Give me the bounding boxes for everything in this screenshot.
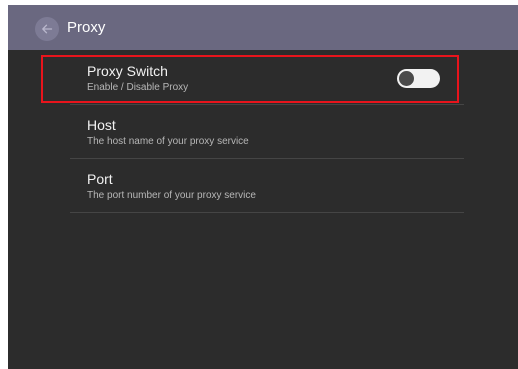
settings-list: Proxy Switch Enable / Disable Proxy Host… [70,55,464,213]
setting-subtitle: Enable / Disable Proxy [87,82,189,93]
setting-title: Proxy Switch [87,63,168,79]
setting-title: Host [87,117,116,133]
setting-title: Port [87,171,113,187]
setting-item-port[interactable]: Port The port number of your proxy servi… [70,159,464,213]
back-button[interactable] [35,17,59,41]
setting-item-proxy-switch[interactable]: Proxy Switch Enable / Disable Proxy [70,55,464,105]
setting-subtitle: The port number of your proxy service [87,190,256,201]
arrow-left-icon [41,23,53,35]
proxy-settings-screen: Proxy Proxy Switch Enable / Disable Prox… [8,5,518,369]
proxy-switch-toggle[interactable] [397,69,440,88]
setting-item-host[interactable]: Host The host name of your proxy service [70,105,464,159]
app-bar: Proxy [8,5,518,50]
toggle-knob [399,71,414,86]
page-title: Proxy [67,19,106,36]
setting-subtitle: The host name of your proxy service [87,136,249,147]
